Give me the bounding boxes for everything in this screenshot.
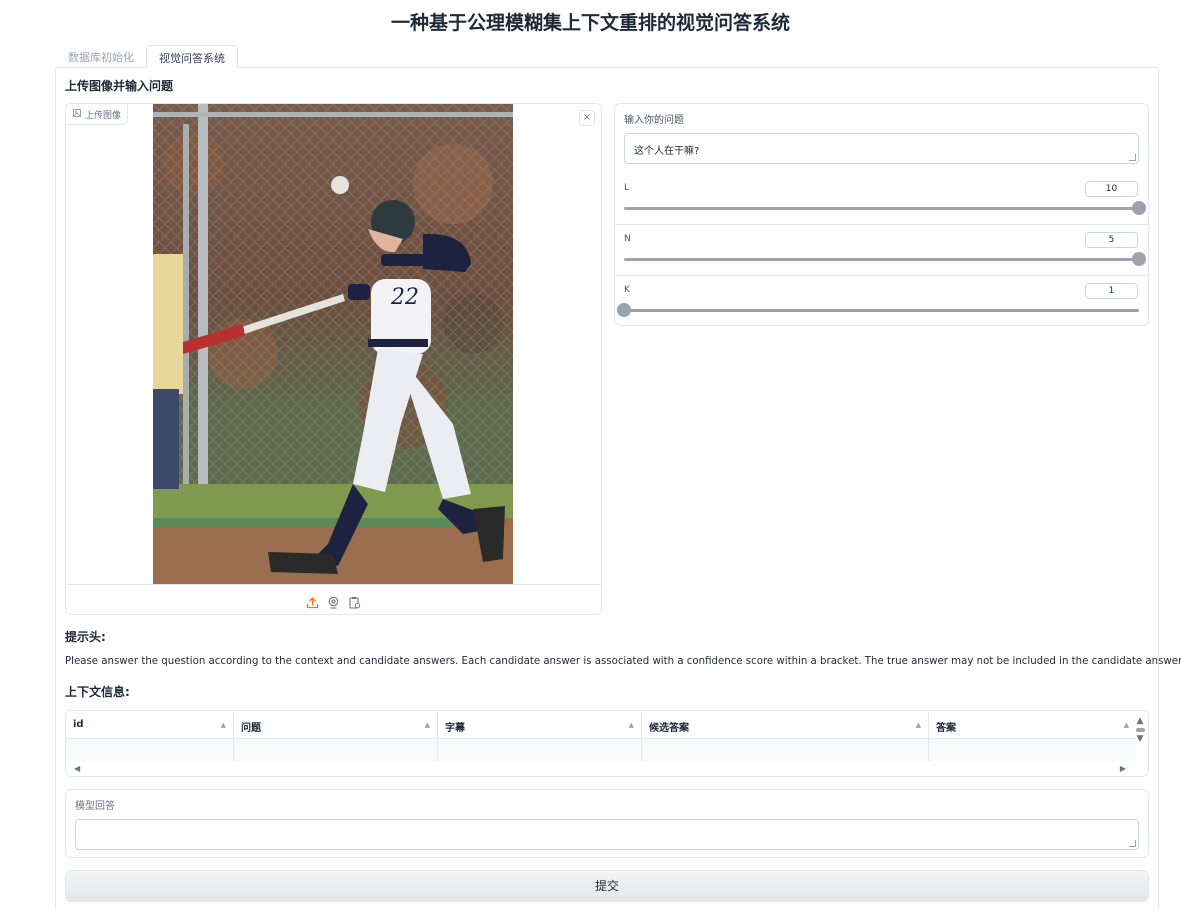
slider-k-thumb[interactable] — [617, 303, 631, 317]
scroll-right-icon[interactable]: ▶ — [1120, 764, 1126, 773]
column-header-label: 字幕 — [445, 723, 465, 734]
uploaded-photo: 22 — [153, 104, 513, 584]
slider-n-value-input[interactable]: 5 — [1085, 232, 1138, 248]
scroll-up-icon[interactable]: ▲ — [1134, 715, 1146, 727]
table-header-row: id ▲ 问题 ▲ 字幕 ▲ 候选答案 ▲ 答案 ▲ — [66, 711, 1136, 739]
table-cell[interactable] — [438, 739, 642, 761]
image-label-text: 上传图像 — [85, 111, 122, 121]
question-input[interactable]: 这个人在干嘛? — [624, 133, 1139, 164]
model-answer-box: 模型回答 — [65, 789, 1149, 858]
sort-icon[interactable]: ▲ — [1124, 721, 1129, 729]
column-header-label: 问题 — [241, 723, 261, 734]
question-settings-box: 输入你的问题 这个人在干嘛? L 10 N 5 K 1 — [614, 103, 1149, 326]
resize-handle-icon[interactable] — [1129, 154, 1136, 161]
table-cell[interactable] — [66, 739, 234, 761]
column-header-label: 候选答案 — [649, 723, 689, 734]
resize-handle-icon[interactable] — [1129, 840, 1136, 847]
question-label: 输入你的问题 — [624, 115, 684, 126]
column-header-id[interactable]: id ▲ — [66, 711, 234, 738]
prompt-header-text: Please answer the question according to … — [65, 656, 1181, 667]
column-header-label: id — [73, 719, 84, 730]
slider-n-track[interactable] — [624, 252, 1146, 266]
slider-n-label: N — [624, 234, 631, 244]
tab-bar: 数据库初始化 视觉问答系统 — [56, 45, 238, 68]
question-value: 这个人在干嘛? — [634, 146, 700, 157]
submit-button[interactable]: 提交 — [65, 870, 1149, 902]
column-header-candidates[interactable]: 候选答案 ▲ — [642, 711, 929, 738]
slider-k-label: K — [624, 285, 630, 295]
slider-k-track[interactable] — [617, 303, 1139, 317]
webcam-icon[interactable] — [327, 594, 340, 609]
image-upload-box[interactable]: 上传图像 × 22 — [65, 103, 602, 615]
context-table: id ▲ 问题 ▲ 字幕 ▲ 候选答案 ▲ 答案 ▲ ▲ ▼ ◀ ▶ — [65, 710, 1149, 777]
page-title: 一种基于公理模糊集上下文重排的视觉问答系统 — [390, 12, 790, 34]
sort-icon[interactable]: ▲ — [221, 721, 226, 729]
slider-k-value-input[interactable]: 1 — [1085, 283, 1138, 299]
model-answer-output[interactable] — [75, 819, 1139, 850]
column-header-answer[interactable]: 答案 ▲ — [929, 711, 1136, 738]
table-cell[interactable] — [234, 739, 438, 761]
clipboard-icon[interactable] — [348, 594, 361, 609]
upload-section-heading: 上传图像并输入问题 — [65, 79, 174, 93]
tab-vqa-system[interactable]: 视觉问答系统 — [146, 45, 238, 68]
table-row[interactable] — [66, 739, 1136, 761]
svg-text:22: 22 — [390, 285, 419, 310]
context-heading: 上下文信息: — [65, 685, 130, 699]
slider-l-track[interactable] — [624, 201, 1146, 215]
sort-icon[interactable]: ▲ — [425, 721, 430, 729]
image-icon — [73, 108, 81, 124]
scroll-down-icon[interactable]: ▼ — [1134, 733, 1146, 745]
table-cell[interactable] — [929, 739, 1136, 761]
image-label-badge: 上传图像 — [66, 104, 129, 125]
column-header-caption[interactable]: 字幕 ▲ — [438, 711, 642, 738]
image-source-toolbar — [66, 584, 601, 614]
slider-l-value-input[interactable]: 10 — [1085, 181, 1138, 197]
slider-l-label: L — [624, 183, 630, 193]
clear-image-button[interactable]: × — [579, 110, 595, 126]
prompt-header-heading: 提示头: — [65, 630, 106, 644]
table-cell[interactable] — [642, 739, 929, 761]
sort-icon[interactable]: ▲ — [916, 721, 921, 729]
slider-n-thumb[interactable] — [1132, 252, 1146, 266]
column-header-label: 答案 — [936, 723, 956, 734]
model-answer-label: 模型回答 — [75, 801, 115, 812]
vertical-scrollbar[interactable]: ▲ ▼ — [1134, 715, 1146, 755]
column-header-question[interactable]: 问题 ▲ — [234, 711, 438, 738]
slider-l-thumb[interactable] — [1132, 201, 1146, 215]
scroll-left-icon[interactable]: ◀ — [74, 764, 80, 773]
tab-database-init[interactable]: 数据库初始化 — [56, 45, 146, 68]
slider-l: L 10 — [615, 174, 1148, 225]
upload-icon[interactable] — [306, 594, 319, 609]
scroll-thumb[interactable] — [1135, 728, 1145, 732]
sort-icon[interactable]: ▲ — [629, 721, 634, 729]
slider-n: N 5 — [615, 224, 1148, 275]
slider-k: K 1 — [615, 275, 1148, 326]
